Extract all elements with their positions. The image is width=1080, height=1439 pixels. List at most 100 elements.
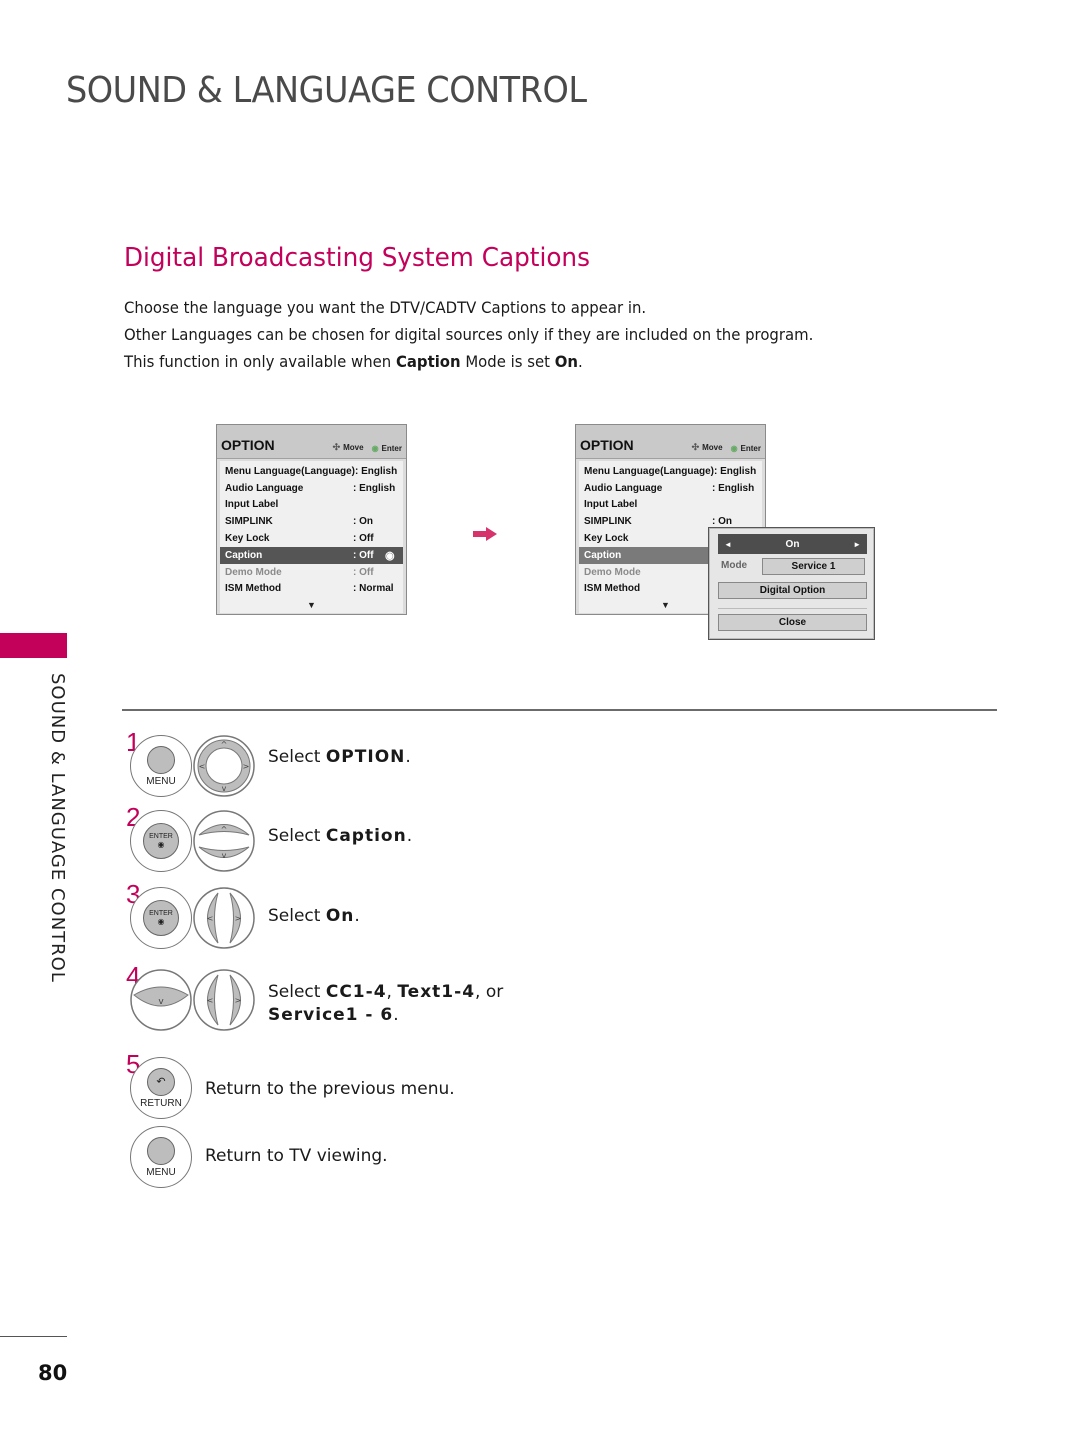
- menu-list: Menu Language(Language): English Audio L…: [220, 461, 403, 614]
- step-bold: CC1-4: [325, 982, 387, 1002]
- menu-item-menu-language[interactable]: Menu Language(Language): English: [579, 463, 762, 480]
- item-label: SIMPLINK: [225, 516, 273, 528]
- enter-label: Enter: [740, 444, 761, 453]
- step-instruction: Select OPTION.: [268, 747, 411, 767]
- enter-label: Enter: [381, 444, 402, 453]
- close-button[interactable]: Close: [718, 614, 867, 631]
- item-value: : English: [353, 482, 396, 494]
- item-label: Key Lock: [225, 533, 270, 545]
- step-instruction: Select On.: [268, 906, 360, 926]
- popup-divider: [718, 608, 867, 609]
- button-caption: RETURN: [140, 1097, 182, 1109]
- step-text: Select: [268, 982, 326, 1002]
- step-bold: OPTION: [325, 747, 406, 767]
- move-label: Move: [702, 443, 723, 452]
- menu-item-input-label[interactable]: Input Label: [579, 497, 762, 514]
- page-title: SOUND & LANGUAGE CONTROL: [66, 70, 587, 111]
- menu-item-menu-language[interactable]: Menu Language(Language): English: [220, 463, 403, 480]
- menu-item-simplink[interactable]: SIMPLINK: On: [220, 513, 403, 530]
- svg-text:v: v: [158, 997, 164, 1007]
- menu-title: OPTION: [221, 437, 275, 453]
- step-text: Select: [268, 906, 326, 926]
- item-value: : English: [712, 482, 755, 494]
- step-bold: Service1 - 6: [268, 1005, 394, 1025]
- menu-item-input-label[interactable]: Input Label: [220, 497, 403, 514]
- step-bold: On: [325, 906, 355, 926]
- step-text: .: [354, 906, 360, 926]
- menu-item-key-lock[interactable]: Key Lock : Off: [220, 530, 403, 547]
- step-text: .: [405, 747, 411, 767]
- step-text: Select: [268, 826, 326, 846]
- digital-option-button[interactable]: Digital Option: [718, 582, 867, 599]
- item-label: Audio Language: [584, 482, 663, 494]
- enter-dot-icon: ◉: [157, 840, 165, 849]
- mode-select[interactable]: Service 1: [762, 558, 865, 575]
- menu-button: MENU: [130, 735, 192, 797]
- svg-text:>: >: [235, 996, 242, 1005]
- svg-text:^: ^: [221, 740, 228, 749]
- item-value: : Normal: [353, 583, 394, 595]
- step-text: ,: [386, 982, 398, 1002]
- scroll-down-icon[interactable]: ▼: [220, 597, 403, 613]
- return-button-icon: ↶: [147, 1067, 175, 1096]
- enter-hint: ◉ Enter: [372, 444, 402, 453]
- up-down-pad-icon: ^ v: [193, 810, 255, 872]
- menu-header: OPTION ✣ Move ◉ Enter: [576, 425, 765, 459]
- enter-hint: ◉ Enter: [731, 444, 761, 453]
- left-right-pad-icon: < >: [193, 969, 255, 1031]
- move-hint: ✣ Move: [333, 442, 364, 453]
- step-bold: Caption: [325, 826, 407, 846]
- menu-item-audio-language[interactable]: Audio Language : English: [579, 480, 762, 497]
- step-instruction: Return to TV viewing.: [205, 1146, 388, 1166]
- left-arrow-icon[interactable]: ◄: [724, 540, 732, 549]
- menu-header: OPTION ✣ Move ◉ Enter: [217, 425, 406, 459]
- button-caption: MENU: [146, 775, 176, 787]
- step-text: .: [393, 1005, 399, 1025]
- intro-line-1: Choose the language you want the DTV/CAD…: [124, 298, 647, 317]
- step-instruction: Select Caption.: [268, 826, 412, 846]
- item-value: : Off: [353, 533, 374, 545]
- move-arrows-icon: ✣: [691, 442, 700, 452]
- item-label: Audio Language: [225, 482, 304, 494]
- option-menu-left: OPTION ✣ Move ◉ Enter Menu Language(Langua…: [216, 424, 407, 615]
- svg-text:>: >: [243, 762, 250, 771]
- svg-text:<: <: [199, 762, 206, 771]
- down-pad-icon: v: [130, 969, 192, 1031]
- svg-text:<: <: [207, 914, 214, 923]
- intro-bold-caption: Caption: [395, 352, 461, 371]
- item-label: Input Label: [584, 499, 638, 511]
- step-bold: Text1-4: [397, 982, 476, 1002]
- step-instruction-cont: Service1 - 6.: [268, 1005, 399, 1025]
- caption-toggle[interactable]: ◄ On ►: [718, 534, 867, 554]
- enter-button-icon: ENTER ◉: [143, 823, 179, 859]
- intro-line-2: Other Languages can be chosen for digita…: [124, 325, 814, 344]
- intro-text: This function in only available when: [124, 352, 396, 371]
- menu-item-audio-language[interactable]: Audio Language : English: [220, 480, 403, 497]
- section-divider: [122, 709, 997, 711]
- menu-button: MENU: [130, 1126, 192, 1188]
- svg-text:v: v: [222, 851, 227, 860]
- page-number: 80: [38, 1361, 68, 1385]
- step-text: Select: [268, 747, 326, 767]
- enter-icon: ◉: [385, 549, 395, 562]
- move-arrows-icon: ✣: [332, 442, 341, 452]
- right-arrow-icon[interactable]: ►: [853, 540, 861, 549]
- intro-line-3: This function in only available when Cap…: [124, 352, 868, 371]
- menu-item-caption[interactable]: Caption: Off ◉: [220, 546, 403, 564]
- caption-toggle-value: On: [785, 538, 800, 550]
- enter-icon: ◉: [371, 444, 379, 453]
- left-right-pad-icon: < >: [193, 887, 255, 949]
- intro-bold-on: On: [554, 352, 578, 371]
- svg-text:<: <: [207, 996, 214, 1005]
- item-label: SIMPLINK: [584, 516, 632, 528]
- step-text: , or: [475, 982, 504, 1002]
- item-label: ISM Method: [225, 583, 282, 595]
- page-number-rule: [0, 1336, 67, 1337]
- move-hint: ✣ Move: [692, 442, 723, 453]
- menu-item-ism-method[interactable]: ISM Method : Normal: [220, 581, 403, 598]
- sidebar-label: SOUND & LANGUAGE CONTROL: [47, 673, 68, 983]
- svg-text:^: ^: [221, 825, 228, 834]
- step-instruction: Select CC1-4, Text1-4, or: [268, 982, 503, 1002]
- svg-text:v: v: [222, 784, 227, 793]
- move-label: Move: [343, 443, 364, 452]
